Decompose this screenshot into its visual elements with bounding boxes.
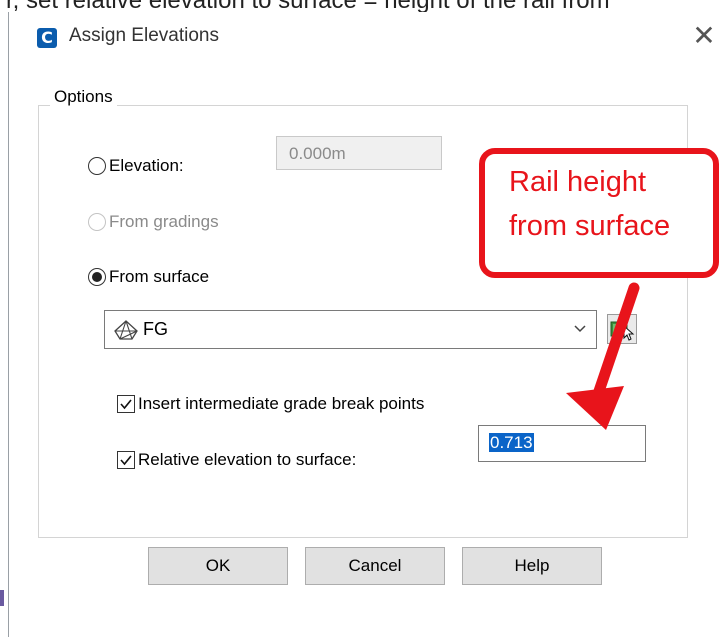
relative-elevation-field[interactable]: 0.713: [478, 425, 646, 462]
elevation-option[interactable]: Elevation:: [88, 156, 184, 176]
pick-from-drawing-icon: [610, 321, 635, 341]
from-gradings-option[interactable]: From gradings: [88, 212, 219, 232]
checkmark-icon: [120, 455, 132, 466]
elevation-field[interactable]: 0.000m: [276, 136, 442, 170]
annotation-callout: Rail height from surface: [479, 148, 719, 278]
background-edge: [0, 590, 4, 606]
from-gradings-radio[interactable]: [88, 213, 106, 231]
from-gradings-label: From gradings: [109, 212, 219, 231]
surface-tin-icon: [113, 319, 139, 341]
relative-elevation-value: 0.713: [489, 433, 534, 452]
elevation-label: Elevation:: [109, 156, 184, 175]
title-bar: C Assign Elevations ✕: [9, 12, 725, 66]
surface-dropdown-value: FG: [143, 319, 168, 339]
callout-line-1: Rail height: [509, 166, 647, 198]
surface-dropdown[interactable]: FG: [104, 310, 597, 349]
callout-line-2: from surface: [509, 210, 671, 242]
from-surface-label: From surface: [109, 267, 210, 286]
relative-elevation-option[interactable]: Relative elevation to surface:: [117, 450, 356, 470]
cancel-button[interactable]: Cancel: [305, 547, 445, 585]
dialog-title: Assign Elevations: [69, 25, 219, 46]
civil3d-app-icon: C: [37, 28, 57, 48]
options-legend: Options: [50, 87, 117, 107]
checkmark-icon: [120, 399, 132, 410]
insert-breakpoints-checkbox[interactable]: [117, 395, 135, 413]
insert-breakpoints-option[interactable]: Insert intermediate grade break points: [117, 394, 424, 414]
elevation-radio[interactable]: [88, 157, 106, 175]
help-button[interactable]: Help: [462, 547, 602, 585]
insert-breakpoints-label: Insert intermediate grade break points: [138, 394, 425, 413]
relative-elevation-checkbox[interactable]: [117, 451, 135, 469]
pick-surface-button[interactable]: [607, 314, 637, 344]
from-surface-radio[interactable]: [88, 268, 106, 286]
close-button[interactable]: ✕: [689, 22, 719, 52]
from-surface-option[interactable]: From surface: [88, 267, 209, 287]
ok-button[interactable]: OK: [148, 547, 288, 585]
relative-elevation-label: Relative elevation to surface:: [138, 450, 357, 469]
chevron-down-icon: [572, 320, 588, 341]
